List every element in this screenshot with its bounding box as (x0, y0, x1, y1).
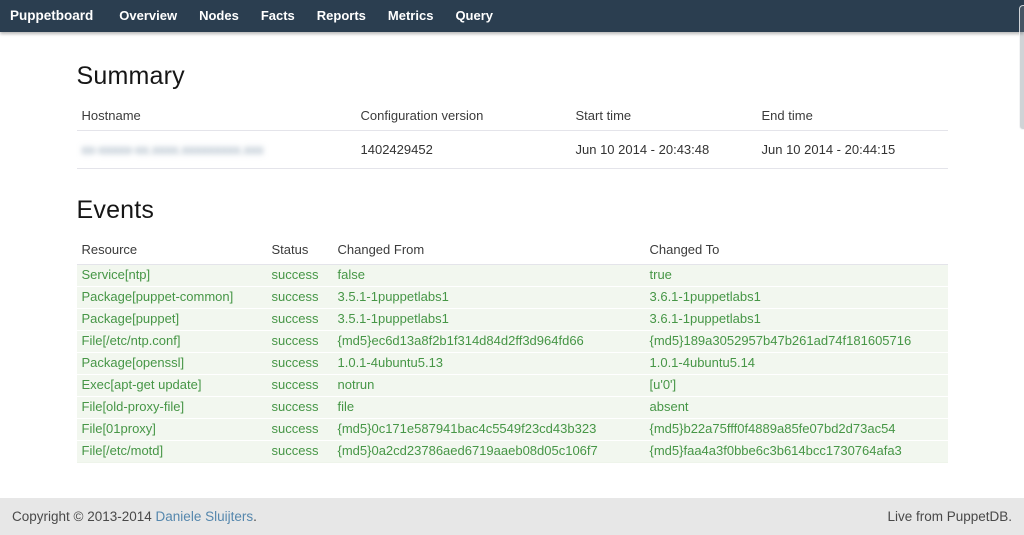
table-row: Package[puppet] success 3.5.1-1puppetlab… (77, 309, 948, 331)
changed-from-cell: false (333, 265, 645, 287)
nav-item-reports[interactable]: Reports (306, 0, 377, 32)
changed-to-cell: {md5}189a3052957b47b261ad74f181605716 (645, 331, 948, 353)
changed-to-cell: 1.0.1-4ubuntu5.14 (645, 353, 948, 375)
table-row: File[/etc/motd] success {md5}0a2cd23786a… (77, 441, 948, 463)
events-heading: Events (77, 196, 948, 225)
changed-to-cell: [u'0'] (645, 375, 948, 397)
changed-to-cell: absent (645, 397, 948, 419)
changed-from-cell: notrun (333, 375, 645, 397)
resource-cell: File[old-proxy-file] (77, 397, 267, 419)
status-cell: success (267, 397, 333, 419)
resource-cell: File[01proxy] (77, 419, 267, 441)
changed-from-cell: {md5}0a2cd23786aed6719aaeb08d05c106f7 (333, 441, 645, 463)
events-header-row: Resource Status Changed From Changed To (77, 235, 948, 265)
summary-header-row: Hostname Configuration version Start tim… (77, 101, 948, 131)
events-col-changed-from: Changed From (333, 235, 645, 265)
summary-col-hostname: Hostname (77, 101, 356, 131)
scrollbar-thumb[interactable] (1019, 5, 1024, 130)
changed-from-cell: 1.0.1-4ubuntu5.13 (333, 353, 645, 375)
copyright-suffix: . (253, 509, 257, 524)
changed-to-cell: 3.6.1-1puppetlabs1 (645, 309, 948, 331)
copyright-text: Copyright © 2013-2014 Daniele Sluijters. (12, 509, 257, 524)
events-col-resource: Resource (77, 235, 267, 265)
resource-cell: File[/etc/ntp.conf] (77, 331, 267, 353)
table-row: Service[ntp] success false true (77, 265, 948, 287)
resource-cell: Package[openssl] (77, 353, 267, 375)
page-footer: Copyright © 2013-2014 Daniele Sluijters.… (0, 498, 1024, 535)
changed-from-cell: 3.5.1-1puppetlabs1 (333, 287, 645, 309)
hostname-link[interactable]: xx-xxxxx-xx.xxxx.xxxxxxxxx.xxx (82, 142, 264, 157)
puppetdb-status-text: Live from PuppetDB. (887, 509, 1012, 524)
status-cell: success (267, 375, 333, 397)
nav-item-metrics[interactable]: Metrics (377, 0, 445, 32)
changed-from-cell: {md5}ec6d13a8f2b1f314d84d2ff3d964fd66 (333, 331, 645, 353)
events-col-changed-to: Changed To (645, 235, 948, 265)
status-cell: success (267, 265, 333, 287)
table-row: Exec[apt-get update] success notrun [u'0… (77, 375, 948, 397)
hostname-cell: xx-xxxxx-xx.xxxx.xxxxxxxxx.xxx (77, 131, 356, 169)
changed-to-cell: true (645, 265, 948, 287)
resource-cell: File[/etc/motd] (77, 441, 267, 463)
resource-cell: Service[ntp] (77, 265, 267, 287)
table-row: File[old-proxy-file] success file absent (77, 397, 948, 419)
changed-to-cell: 3.6.1-1puppetlabs1 (645, 287, 948, 309)
start-time-cell: Jun 10 2014 - 20:43:48 (571, 131, 757, 169)
navbar-brand[interactable]: Puppetboard (0, 0, 108, 32)
summary-row: xx-xxxxx-xx.xxxx.xxxxxxxxx.xxx 140242945… (77, 131, 948, 169)
events-table: Resource Status Changed From Changed To … (77, 235, 948, 463)
top-navbar: Puppetboard Overview Nodes Facts Reports… (0, 0, 1024, 32)
author-link[interactable]: Daniele Sluijters (156, 509, 254, 524)
status-cell: success (267, 287, 333, 309)
table-row: File[/etc/ntp.conf] success {md5}ec6d13a… (77, 331, 948, 353)
config-version-cell: 1402429452 (356, 131, 571, 169)
changed-from-cell: {md5}0c171e587941bac4c5549f23cd43b323 (333, 419, 645, 441)
table-row: Package[openssl] success 1.0.1-4ubuntu5.… (77, 353, 948, 375)
table-row: Package[puppet-common] success 3.5.1-1pu… (77, 287, 948, 309)
resource-cell: Package[puppet-common] (77, 287, 267, 309)
report-page: Summary Hostname Configuration version S… (77, 62, 948, 463)
resource-cell: Exec[apt-get update] (77, 375, 267, 397)
summary-table: Hostname Configuration version Start tim… (77, 101, 948, 169)
summary-heading: Summary (77, 62, 948, 91)
summary-col-end-time: End time (757, 101, 948, 131)
nav-item-nodes[interactable]: Nodes (188, 0, 250, 32)
status-cell: success (267, 419, 333, 441)
summary-col-start-time: Start time (571, 101, 757, 131)
status-cell: success (267, 441, 333, 463)
events-col-status: Status (267, 235, 333, 265)
status-cell: success (267, 331, 333, 353)
changed-from-cell: 3.5.1-1puppetlabs1 (333, 309, 645, 331)
status-cell: success (267, 353, 333, 375)
nav-item-query[interactable]: Query (444, 0, 504, 32)
table-row: File[01proxy] success {md5}0c171e587941b… (77, 419, 948, 441)
changed-to-cell: {md5}faa4a3f0bbe6c3b614bcc1730764afa3 (645, 441, 948, 463)
status-cell: success (267, 309, 333, 331)
nav-item-overview[interactable]: Overview (108, 0, 188, 32)
resource-cell: Package[puppet] (77, 309, 267, 331)
end-time-cell: Jun 10 2014 - 20:44:15 (757, 131, 948, 169)
changed-from-cell: file (333, 397, 645, 419)
summary-col-config-version: Configuration version (356, 101, 571, 131)
changed-to-cell: {md5}b22a75fff0f4889a85fe07bd2d73ac54 (645, 419, 948, 441)
copyright-prefix: Copyright © 2013-2014 (12, 509, 156, 524)
nav-item-facts[interactable]: Facts (250, 0, 306, 32)
